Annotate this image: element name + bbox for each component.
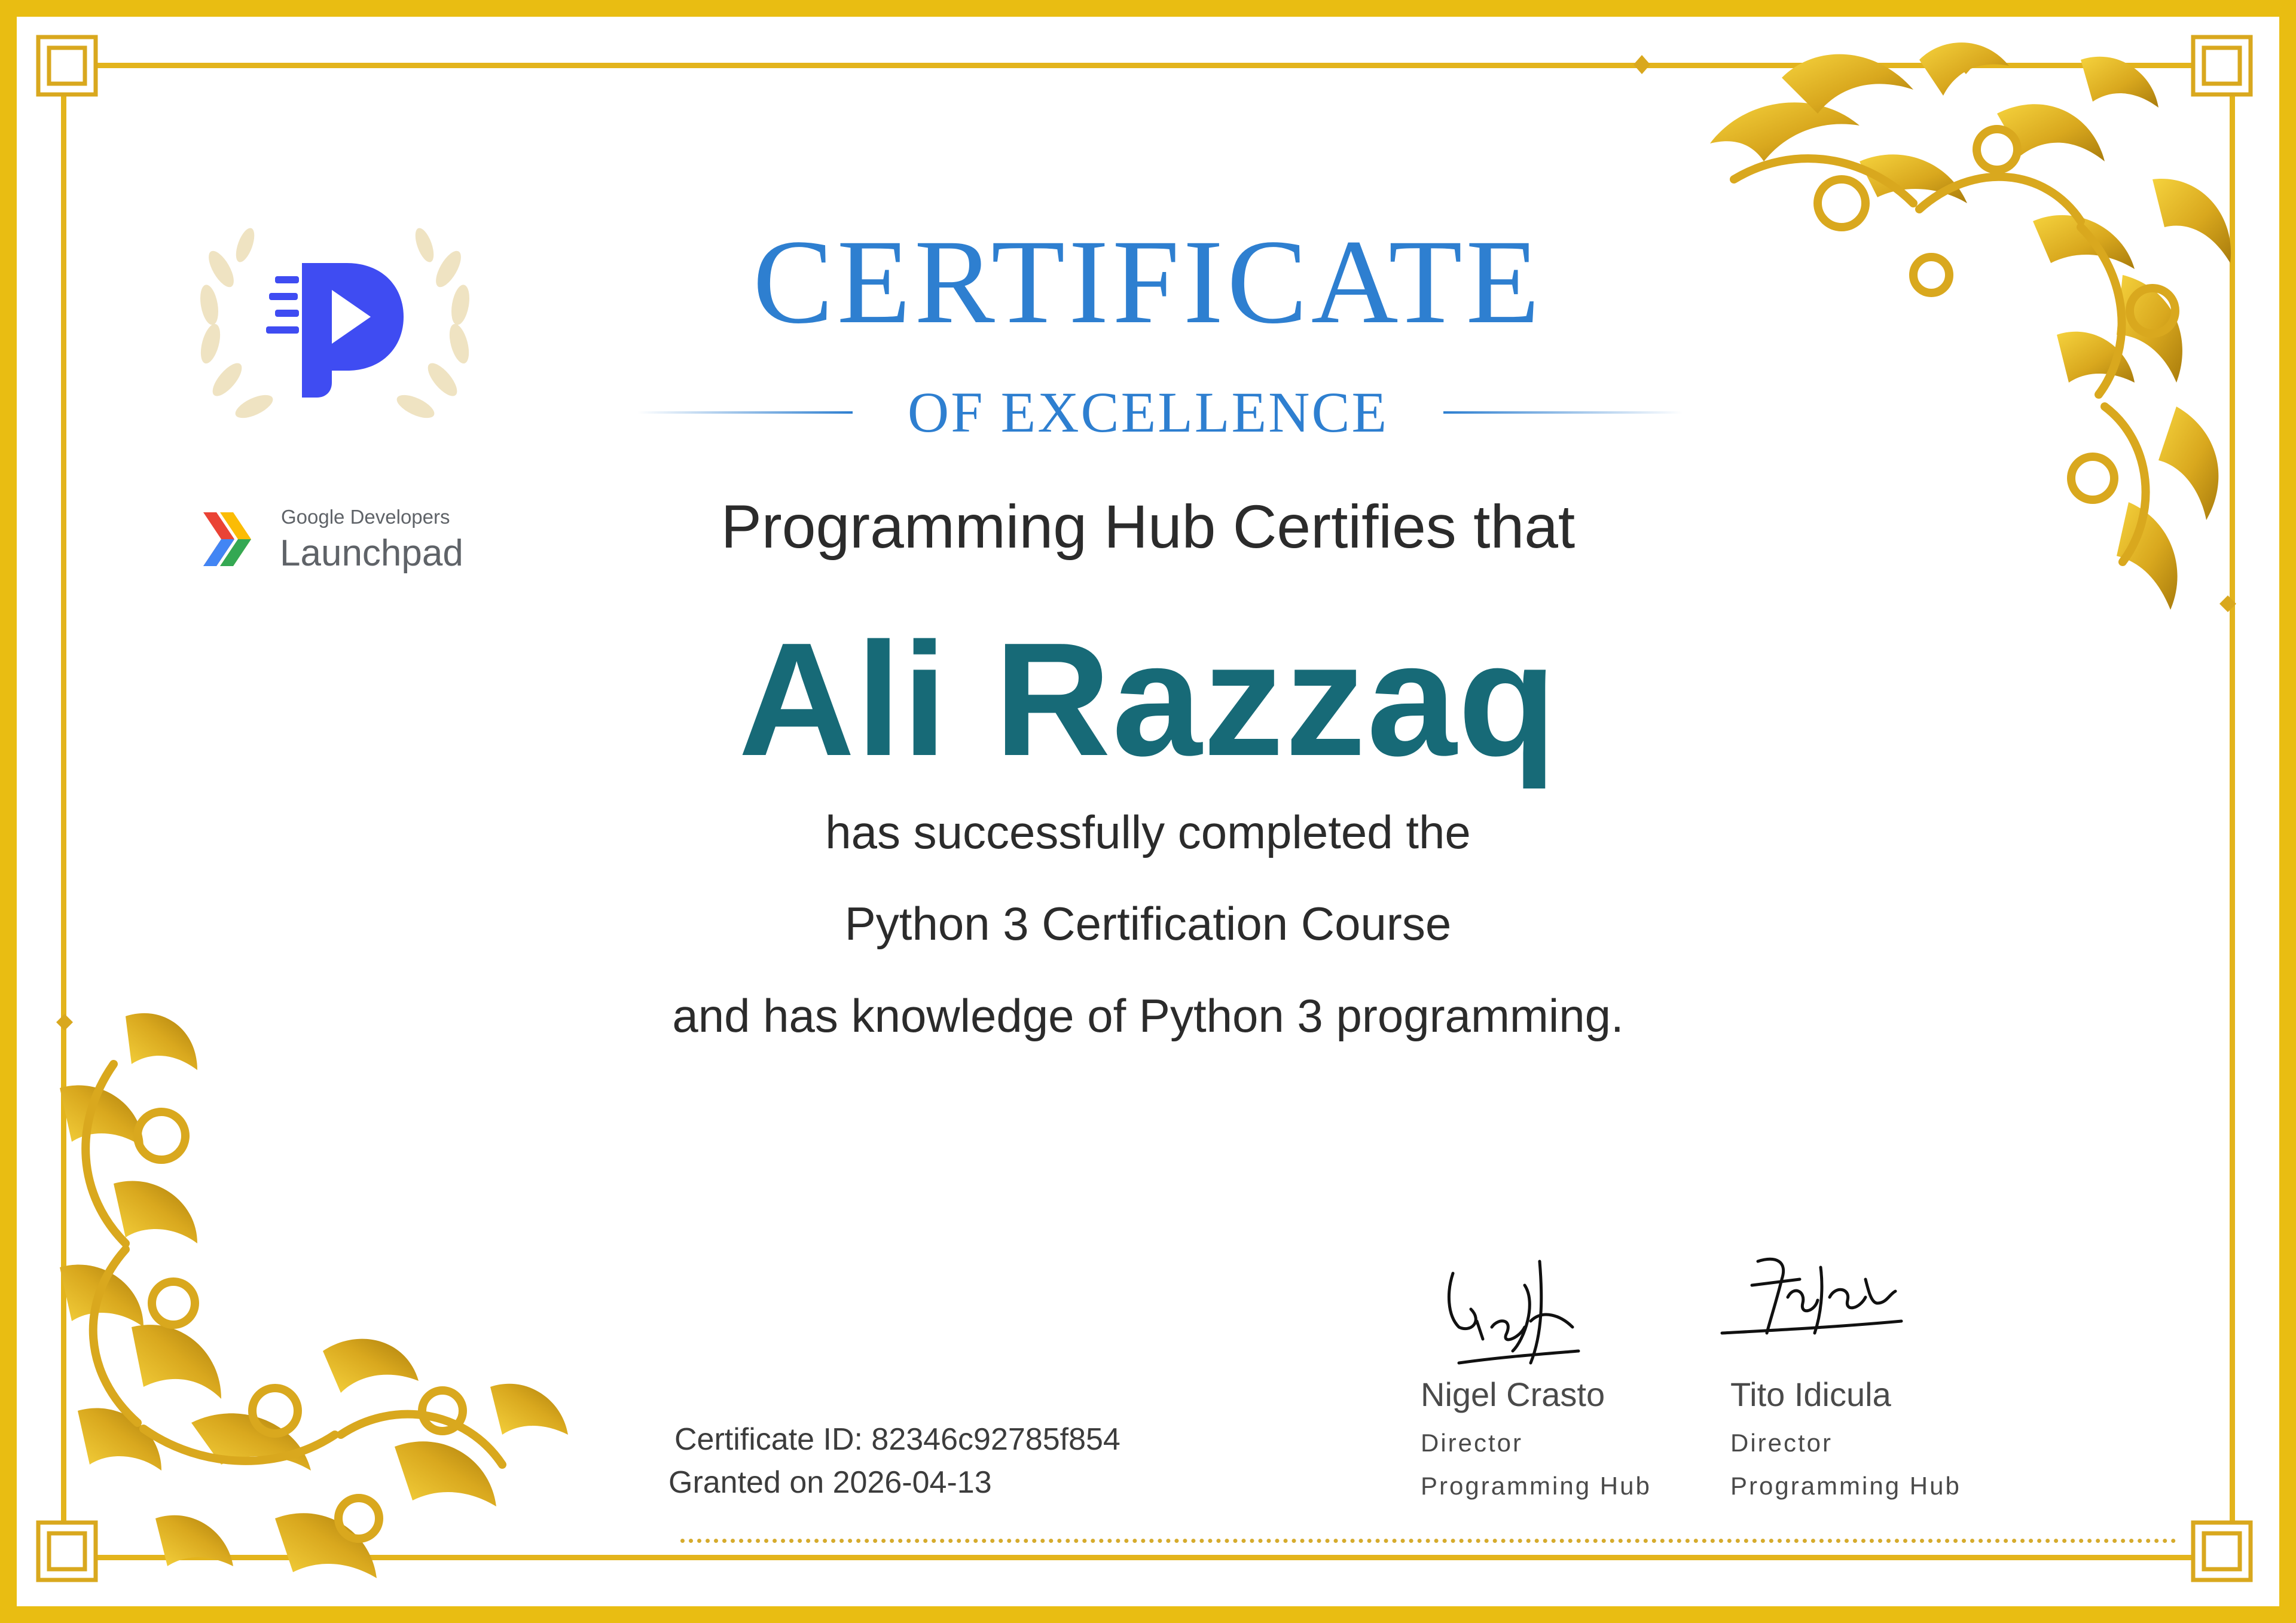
granted-date: Granted on 2026-04-13 [668,1465,992,1500]
signatory-1-org: Programming Hub [1421,1472,1651,1500]
certificate-id: Certificate ID: 82346c92785f854 [674,1422,1120,1457]
signatory-2-role: Director [1730,1429,1833,1457]
signatory-1-role: Director [1421,1429,1523,1457]
recipient-name: Ali Razzaq [738,610,1558,790]
course-name: Python 3 Certification Course [844,897,1452,950]
knowledge-line: and has knowledge of Python 3 programmin… [672,989,1624,1042]
signatory-2-org: Programming Hub [1730,1472,1961,1500]
certifier-line: Programming Hub Certifies that [720,493,1576,561]
frame-diamond-accent [1634,55,1650,74]
certificate-title: CERTIFICATE [753,215,1543,349]
floral-corner-ornament-bottom-left [60,1013,568,1578]
corner-square-ornament [2191,1520,2253,1582]
certificate-subtitle: OF EXCELLENCE [907,380,1389,444]
completion-line: has successfully completed the [825,806,1471,858]
corner-square-ornament [36,35,98,97]
footer-dotted-line [680,1539,2176,1543]
signatory-2-name: Tito Idicula [1730,1376,1891,1413]
certificate-page: Google Developers Launchpad CERTIFICATE … [0,0,2296,1623]
signatory-1-name: Nigel Crasto [1421,1376,1605,1413]
signature-nigel-crasto [1447,1260,1580,1365]
signature-tito-idicula [1720,1257,1903,1335]
